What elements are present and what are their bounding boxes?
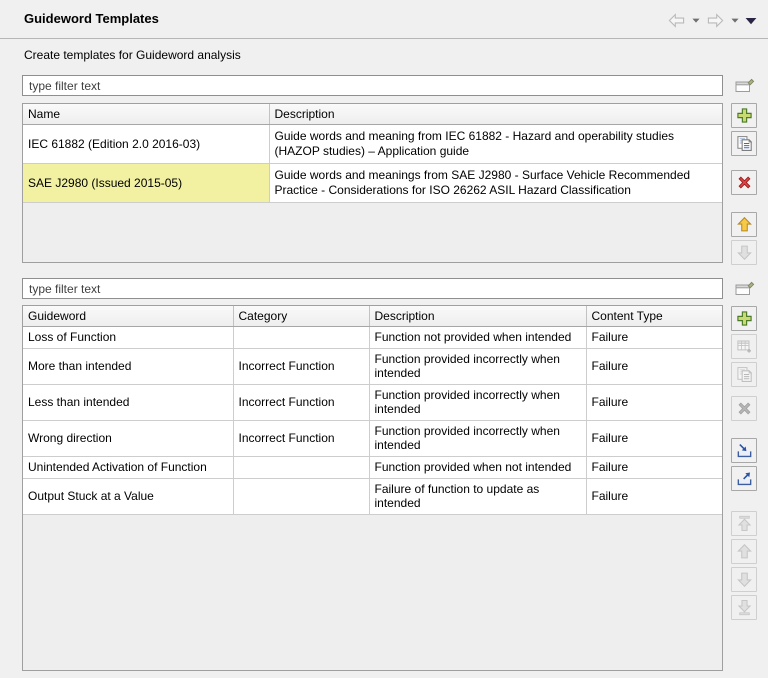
column-header-description[interactable]: Description [369, 306, 586, 327]
template-row[interactable]: IEC 61882 (Edition 2.0 2016-03) Guide wo… [23, 125, 722, 164]
back-history-button[interactable] [692, 18, 700, 23]
back-arrow-icon [667, 13, 686, 28]
copy-guideword-button [731, 362, 757, 387]
description-cell[interactable]: Function not provided when intended [369, 327, 586, 349]
up-arrow-icon [736, 543, 753, 560]
template-description-cell[interactable]: Guide words and meaning from IEC 61882 -… [269, 125, 722, 164]
move-guideword-down-button [731, 567, 757, 592]
guideword-cell[interactable]: Unintended Activation of Function [23, 457, 233, 479]
template-name-cell[interactable]: SAE J2980 (Issued 2015-05) [23, 164, 269, 203]
category-cell[interactable]: Incorrect Function [233, 349, 369, 385]
description-cell[interactable]: Failure of function to update as intende… [369, 479, 586, 515]
forward-arrow-icon [706, 13, 725, 28]
import-guidewords-button[interactable] [731, 438, 757, 463]
guideword-filter-options-button[interactable] [732, 278, 757, 299]
bottom-arrow-icon [736, 599, 753, 616]
table-plus-icon [736, 338, 753, 355]
add-template-button[interactable] [731, 103, 757, 128]
templates-table: Name Description IEC 61882 (Edition 2.0 … [22, 103, 723, 263]
down-arrow-icon [736, 244, 753, 261]
guideword-cell[interactable]: More than intended [23, 349, 233, 385]
page-description: Create templates for Guideword analysis [24, 48, 241, 62]
forward-button[interactable] [706, 13, 725, 28]
guideword-row[interactable]: More than intended Incorrect Function Fu… [23, 349, 722, 385]
guidewords-table: Guideword Category Description Content T… [22, 305, 723, 671]
window-edit-icon [734, 76, 756, 95]
column-header-content-type[interactable]: Content Type [586, 306, 722, 327]
content-type-cell[interactable]: Failure [586, 421, 722, 457]
forward-history-button[interactable] [731, 18, 739, 23]
move-guideword-up-button [731, 539, 757, 564]
template-filter-options-button[interactable] [732, 75, 757, 96]
delete-x-icon [736, 174, 753, 191]
templates-header-row: Name Description [23, 104, 722, 125]
plus-icon [736, 107, 753, 124]
copy-icon [736, 135, 753, 152]
guideword-row[interactable]: Less than intended Incorrect Function Fu… [23, 385, 722, 421]
template-name-cell[interactable]: IEC 61882 (Edition 2.0 2016-03) [23, 125, 269, 164]
category-cell[interactable] [233, 479, 369, 515]
column-header-guideword[interactable]: Guideword [23, 306, 233, 327]
category-cell[interactable] [233, 457, 369, 479]
content-type-cell[interactable]: Failure [586, 385, 722, 421]
description-cell[interactable]: Function provided incorrectly when inten… [369, 385, 586, 421]
guideword-row[interactable]: Loss of Function Function not provided w… [23, 327, 722, 349]
description-cell[interactable]: Function provided incorrectly when inten… [369, 421, 586, 457]
guidewords-header-row: Guideword Category Description Content T… [23, 306, 722, 327]
guideword-cell[interactable]: Less than intended [23, 385, 233, 421]
column-header-description[interactable]: Description [269, 104, 722, 125]
column-header-category[interactable]: Category [233, 306, 369, 327]
guideword-filter-input[interactable] [22, 278, 723, 299]
down-arrow-icon [736, 571, 753, 588]
column-header-name[interactable]: Name [23, 104, 269, 125]
import-icon [736, 442, 753, 459]
guideword-cell[interactable]: Output Stuck at a Value [23, 479, 233, 515]
guideword-templates-view: Guideword Templates Create templates for… [0, 0, 768, 678]
back-button[interactable] [667, 13, 686, 28]
category-cell[interactable] [233, 327, 369, 349]
chevron-down-icon [692, 18, 700, 23]
chevron-down-icon [731, 18, 739, 23]
content-type-cell[interactable]: Failure [586, 457, 722, 479]
move-template-up-button[interactable] [731, 212, 757, 237]
delete-template-button[interactable] [731, 170, 757, 195]
copy-icon [736, 366, 753, 383]
move-guideword-top-button [731, 511, 757, 536]
move-guideword-bottom-button [731, 595, 757, 620]
category-cell[interactable]: Incorrect Function [233, 385, 369, 421]
page-title: Guideword Templates [24, 11, 159, 26]
guideword-cell[interactable]: Wrong direction [23, 421, 233, 457]
template-description-cell[interactable]: Guide words and meanings from SAE J2980 … [269, 164, 722, 203]
content-type-cell[interactable]: Failure [586, 327, 722, 349]
window-edit-icon [734, 279, 756, 298]
content-type-cell[interactable]: Failure [586, 479, 722, 515]
header-divider [0, 38, 768, 39]
up-arrow-icon [736, 216, 753, 233]
add-guideword-button[interactable] [731, 306, 757, 331]
description-cell[interactable]: Function provided incorrectly when inten… [369, 349, 586, 385]
guideword-cell[interactable]: Loss of Function [23, 327, 233, 349]
guideword-row[interactable]: Wrong direction Incorrect Function Funct… [23, 421, 722, 457]
export-icon [736, 470, 753, 487]
description-cell[interactable]: Function provided when not intended [369, 457, 586, 479]
view-menu-button[interactable] [745, 17, 757, 25]
add-guideword-table-button [731, 334, 757, 359]
copy-template-button[interactable] [731, 131, 757, 156]
template-filter-input[interactable] [22, 75, 723, 96]
content-type-cell[interactable]: Failure [586, 349, 722, 385]
delete-x-icon [736, 400, 753, 417]
plus-icon [736, 310, 753, 327]
category-cell[interactable]: Incorrect Function [233, 421, 369, 457]
move-template-down-button [731, 240, 757, 265]
top-arrow-icon [736, 515, 753, 532]
guideword-row[interactable]: Unintended Activation of Function Functi… [23, 457, 722, 479]
guideword-row[interactable]: Output Stuck at a Value Failure of funct… [23, 479, 722, 515]
view-menu-icon [745, 17, 757, 25]
template-row[interactable]: SAE J2980 (Issued 2015-05) Guide words a… [23, 164, 722, 203]
delete-guideword-button [731, 396, 757, 421]
view-toolbar [667, 13, 757, 28]
export-guidewords-button[interactable] [731, 466, 757, 491]
